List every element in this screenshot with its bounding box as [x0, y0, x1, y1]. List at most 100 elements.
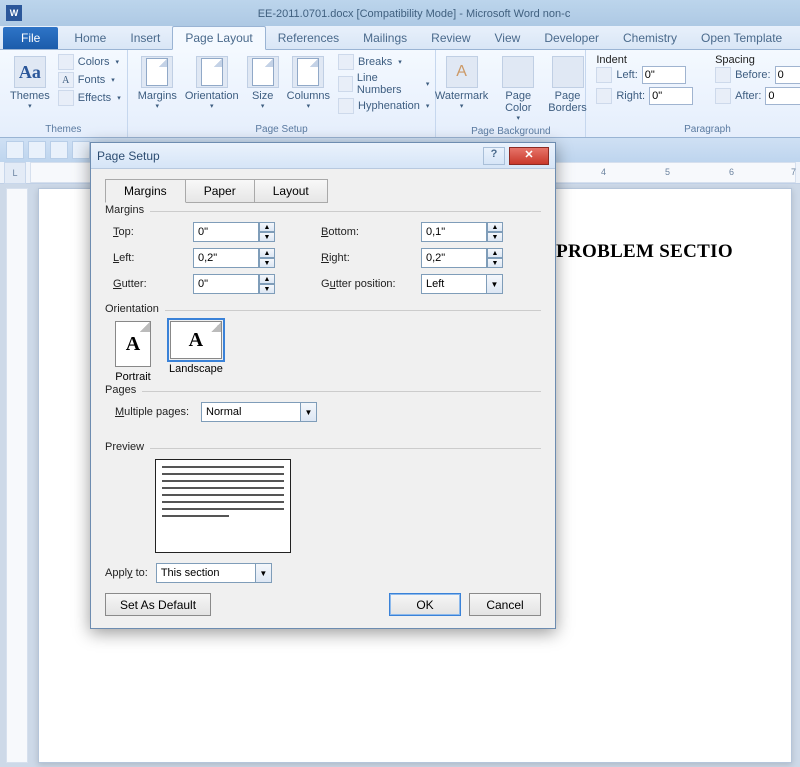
- group-label-themes: Themes: [45, 122, 81, 135]
- page-color-button[interactable]: Page Color▾: [498, 54, 538, 124]
- size-button[interactable]: Size▾: [243, 54, 283, 112]
- label-gutter-pos: Gutter position:: [321, 278, 421, 290]
- spin-down[interactable]: ▼: [487, 258, 503, 268]
- section-pages: Pages: [105, 384, 142, 396]
- watermark-button[interactable]: AWatermark▾: [431, 54, 492, 124]
- dialog-titlebar[interactable]: Page Setup ? ✕: [91, 143, 555, 169]
- tab-open-template[interactable]: Open Template: [689, 27, 794, 49]
- tab-developer[interactable]: Developer: [532, 27, 611, 49]
- tab-references[interactable]: References: [266, 27, 351, 49]
- spacing-before-input[interactable]: [775, 66, 800, 84]
- file-tab[interactable]: File: [3, 27, 58, 49]
- spin-up[interactable]: ▲: [259, 248, 275, 258]
- ok-button[interactable]: OK: [389, 593, 461, 616]
- dialog-tab-paper[interactable]: Paper: [185, 179, 255, 203]
- label-multiple-pages: Multiple pages:: [115, 406, 189, 418]
- ruler-corner[interactable]: L: [4, 162, 26, 184]
- group-themes: Aa Themes▾ Colors▾ AFonts▾ Effects▾ Them…: [0, 50, 128, 137]
- breaks-icon: [338, 54, 354, 70]
- fonts-button[interactable]: AFonts▾: [58, 72, 121, 88]
- dialog-title: Page Setup: [97, 149, 483, 163]
- qat-btn-2[interactable]: [28, 141, 46, 159]
- qat-btn-3[interactable]: [50, 141, 68, 159]
- input-top[interactable]: [193, 222, 259, 242]
- apply-to-dropdown[interactable]: ▼: [256, 563, 272, 583]
- input-left[interactable]: [193, 248, 259, 268]
- spacing-after-input[interactable]: [765, 87, 800, 105]
- spin-up[interactable]: ▲: [259, 274, 275, 284]
- input-bottom[interactable]: [421, 222, 487, 242]
- input-multiple-pages[interactable]: [201, 402, 301, 422]
- spin-down[interactable]: ▼: [259, 284, 275, 294]
- spin-up[interactable]: ▲: [259, 222, 275, 232]
- label-top: Top:: [113, 226, 193, 238]
- effects-button[interactable]: Effects▾: [58, 90, 121, 106]
- label-gutter: Gutter:: [113, 278, 193, 290]
- gutter-pos-dropdown[interactable]: ▼: [487, 274, 503, 294]
- preview-box: [155, 459, 291, 553]
- cancel-button[interactable]: Cancel: [469, 593, 541, 616]
- hyphenation-button[interactable]: Hyphenation▾: [338, 98, 429, 114]
- orientation-portrait[interactable]: A Portrait: [115, 321, 151, 383]
- effects-icon: [58, 90, 74, 106]
- qat-btn-1[interactable]: [6, 141, 24, 159]
- fonts-icon: A: [58, 72, 74, 88]
- multiple-pages-dropdown[interactable]: ▼: [301, 402, 317, 422]
- page-borders-icon: [552, 56, 584, 88]
- hyphenation-icon: [338, 98, 354, 114]
- spacing-before-row: Before:: [715, 66, 800, 84]
- dialog-tab-layout[interactable]: Layout: [254, 179, 328, 203]
- line-numbers-icon: [338, 76, 353, 92]
- spin-up[interactable]: ▲: [487, 222, 503, 232]
- label-left: Left:: [113, 252, 193, 264]
- tab-view[interactable]: View: [483, 27, 533, 49]
- dialog-tabs: Margins Paper Layout: [105, 179, 541, 203]
- line-numbers-button[interactable]: Line Numbers▾: [338, 72, 429, 96]
- qat-btn-4[interactable]: [72, 141, 90, 159]
- margins-icon: [141, 56, 173, 88]
- themes-button[interactable]: Aa Themes▾: [6, 54, 54, 112]
- tab-page-layout[interactable]: Page Layout: [172, 26, 265, 50]
- input-gutter-pos[interactable]: [421, 274, 487, 294]
- tab-home[interactable]: Home: [62, 27, 118, 49]
- spin-down[interactable]: ▼: [259, 258, 275, 268]
- label-bottom: Bottom:: [321, 226, 421, 238]
- section-margins: Margins: [105, 204, 150, 216]
- set-default-button[interactable]: Set As Default: [105, 593, 211, 616]
- word-icon: W: [6, 5, 22, 21]
- columns-button[interactable]: Columns▾: [283, 54, 334, 112]
- tab-insert[interactable]: Insert: [118, 27, 172, 49]
- tab-chemistry[interactable]: Chemistry: [611, 27, 689, 49]
- dialog-tab-margins[interactable]: Margins: [105, 179, 186, 203]
- indent-left-input[interactable]: [642, 66, 686, 84]
- vertical-ruler[interactable]: [6, 188, 28, 763]
- spacing-after-icon: [715, 88, 731, 104]
- ribbon: Aa Themes▾ Colors▾ AFonts▾ Effects▾ Them…: [0, 50, 800, 138]
- page-borders-button[interactable]: Page Borders: [544, 54, 591, 124]
- input-apply-to[interactable]: [156, 563, 256, 583]
- group-page-background: AWatermark▾ Page Color▾ Page Borders Pag…: [436, 50, 586, 137]
- columns-icon: [292, 56, 324, 88]
- orientation-button[interactable]: Orientation▾: [181, 54, 243, 112]
- titlebar: W EE-2011.0701.docx [Compatibility Mode]…: [0, 0, 800, 26]
- group-label-paragraph: Paragraph: [684, 122, 731, 135]
- input-right[interactable]: [421, 248, 487, 268]
- indent-left-row: Left:: [596, 66, 693, 84]
- margins-button[interactable]: Margins▾: [134, 54, 181, 112]
- spin-up[interactable]: ▲: [487, 248, 503, 258]
- colors-button[interactable]: Colors▾: [58, 54, 121, 70]
- themes-icon: Aa: [14, 56, 46, 88]
- orientation-landscape[interactable]: A Landscape: [169, 321, 223, 383]
- spin-down[interactable]: ▼: [259, 232, 275, 242]
- group-paragraph: Indent Left: Right: Spacing Before:: [586, 50, 800, 137]
- spin-down[interactable]: ▼: [487, 232, 503, 242]
- breaks-button[interactable]: Breaks▾: [338, 54, 429, 70]
- indent-right-input[interactable]: [649, 87, 693, 105]
- indent-right-row: Right:: [596, 87, 693, 105]
- dialog-help-button[interactable]: ?: [483, 147, 505, 165]
- dialog-close-button[interactable]: ✕: [509, 147, 549, 165]
- tab-mailings[interactable]: Mailings: [351, 27, 419, 49]
- tab-review[interactable]: Review: [419, 27, 482, 49]
- label-right: Right:: [321, 252, 421, 264]
- input-gutter[interactable]: [193, 274, 259, 294]
